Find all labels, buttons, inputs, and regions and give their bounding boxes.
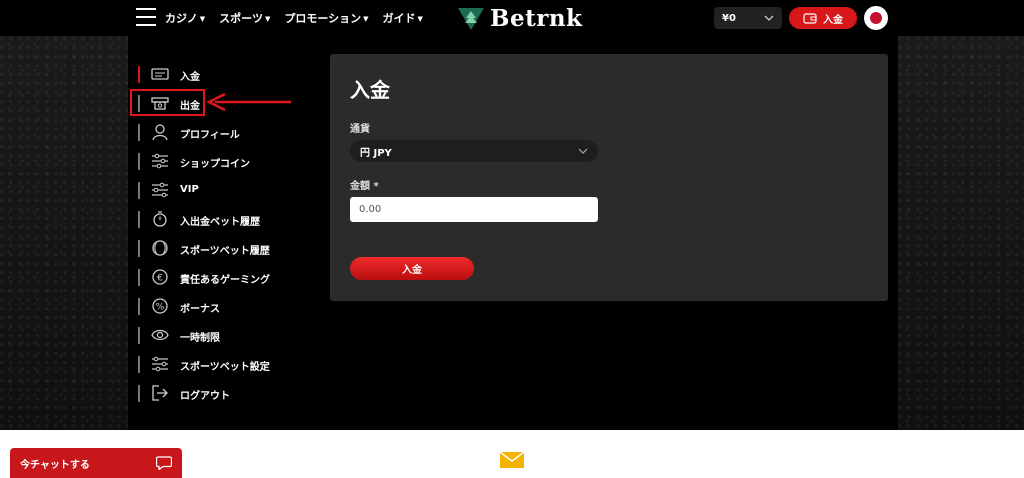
chat-bubble-icon xyxy=(156,456,172,470)
caret-down-icon: ▼ xyxy=(264,15,271,23)
sidebar-item-label: 一時制限 xyxy=(180,333,220,344)
header-deposit-label: 入金 xyxy=(823,14,843,26)
user-icon xyxy=(152,124,168,141)
nav-guide-label: ガイド xyxy=(382,12,416,25)
tree-logo-icon xyxy=(458,7,484,30)
nav-sports-label: スポーツ xyxy=(219,12,263,25)
chat-label: 今チャットする xyxy=(20,459,90,471)
caret-down-icon: ▼ xyxy=(363,15,369,23)
nav-promotions-label: プロモーション xyxy=(284,12,362,25)
wallet-icon xyxy=(803,12,817,24)
mail-icon xyxy=(500,452,524,468)
sidebar-item-label: スポーツベット履歴 xyxy=(180,246,270,257)
deposit-submit-label: 入金 xyxy=(402,265,422,276)
background-texture-right xyxy=(898,36,1024,430)
item-indicator xyxy=(138,269,140,286)
item-indicator xyxy=(138,385,140,402)
balance-value: ¥0 xyxy=(722,12,736,24)
amount-input[interactable] xyxy=(350,197,598,222)
item-indicator xyxy=(138,124,140,141)
site-logo[interactable]: Betrnk xyxy=(458,5,582,32)
item-indicator xyxy=(138,153,140,170)
nav-promotions[interactable]: プロモーション ▼ xyxy=(284,10,368,26)
hamburger-menu-icon[interactable] xyxy=(136,8,156,26)
sidebar-item-label: プロフィール xyxy=(180,130,240,141)
japan-flag-icon[interactable] xyxy=(864,6,888,30)
chevron-down-icon xyxy=(764,15,774,21)
currency-select[interactable]: 円 JPY xyxy=(350,140,598,162)
sliders-icon xyxy=(152,356,168,372)
main-nav: カジノ ▼ スポーツ ▼ プロモーション ▼ ガイド ▼ xyxy=(165,10,423,26)
annotation-highlight-box xyxy=(130,89,205,116)
logo-text: Betrnk xyxy=(490,5,583,32)
atm-card-icon xyxy=(151,68,169,80)
annotation-arrow-icon xyxy=(206,92,291,112)
item-indicator xyxy=(138,240,140,257)
sliders-icon xyxy=(152,182,168,198)
caret-down-icon: ▼ xyxy=(199,15,206,23)
item-indicator xyxy=(138,211,140,228)
nav-casino[interactable]: カジノ ▼ xyxy=(165,10,205,26)
item-indicator xyxy=(138,327,140,344)
logout-icon xyxy=(152,385,168,401)
live-chat-button[interactable]: 今チャットする xyxy=(10,448,182,478)
item-indicator xyxy=(138,356,140,373)
deposit-submit-button[interactable]: 入金 xyxy=(350,257,474,280)
sliders-icon xyxy=(152,153,168,169)
deposit-panel: 入金 通貨 円 JPY 金額 * 入金 xyxy=(330,54,888,301)
active-indicator xyxy=(138,66,140,83)
balance-dropdown[interactable]: ¥0 xyxy=(714,7,782,29)
item-indicator xyxy=(138,298,140,315)
history-icon xyxy=(153,211,167,227)
sidebar-item-label: ショップコイン xyxy=(180,159,250,170)
caret-down-icon: ▼ xyxy=(417,15,423,23)
ball-icon xyxy=(152,240,168,256)
sidebar-item-label: ログアウト xyxy=(180,391,230,402)
amount-label: 金額 * xyxy=(350,181,379,192)
svg-text:%: % xyxy=(156,303,165,313)
chevron-down-icon xyxy=(578,148,588,154)
sidebar-item-label: 責任あるゲーミング xyxy=(180,275,270,286)
currency-label: 通貨 xyxy=(350,124,370,135)
page-title: 入金 xyxy=(350,78,390,102)
sidebar-item-label: ボーナス xyxy=(180,304,220,315)
sidebar-item-label: スポーツベット設定 xyxy=(180,362,270,373)
top-header: カジノ ▼ スポーツ ▼ プロモーション ▼ ガイド ▼ Betrnk ¥0 入金 xyxy=(0,0,1024,36)
euro-icon: € xyxy=(152,269,168,285)
nav-casino-label: カジノ xyxy=(165,12,198,25)
nav-sports[interactable]: スポーツ ▼ xyxy=(219,10,270,26)
percent-icon: % xyxy=(152,298,168,314)
sidebar-item-label: 入出金ベット履歴 xyxy=(180,217,260,228)
svg-text:€: € xyxy=(157,274,163,284)
header-deposit-button[interactable]: 入金 xyxy=(789,7,857,29)
sidebar-item-label: 入金 xyxy=(180,72,200,83)
item-indicator xyxy=(138,182,140,199)
sidebar-item-label: VIP xyxy=(180,184,199,195)
nav-guide[interactable]: ガイド ▼ xyxy=(383,10,423,26)
eye-icon xyxy=(151,329,169,341)
currency-value: 円 JPY xyxy=(360,147,392,159)
background-texture-left xyxy=(0,36,128,430)
